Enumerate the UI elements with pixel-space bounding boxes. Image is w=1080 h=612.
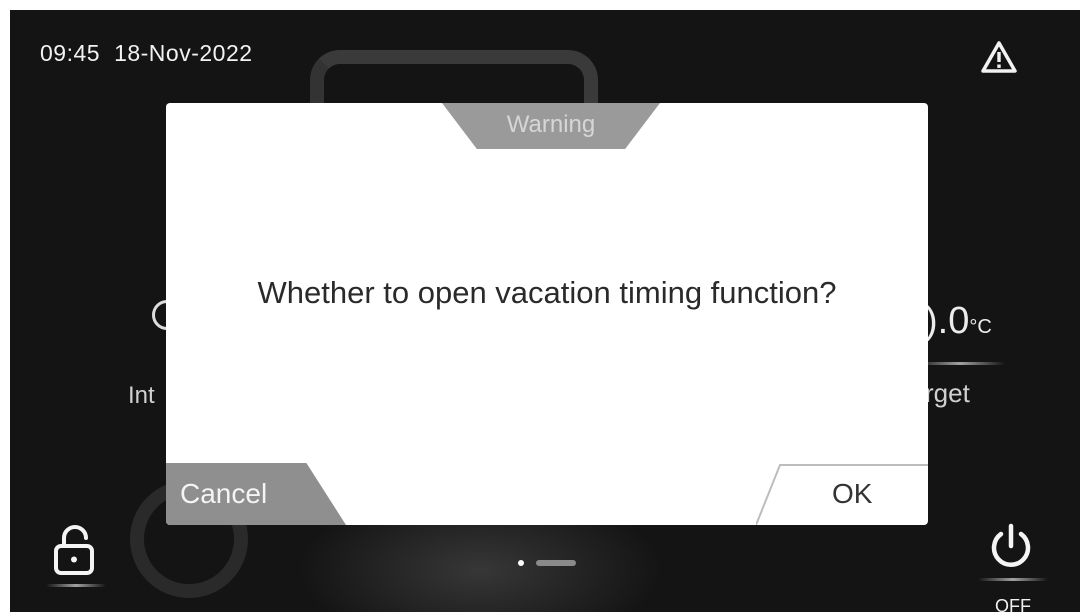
temperature-underline [915, 362, 1005, 365]
temperature-unit: °C [969, 316, 992, 338]
cancel-button-label: Cancel [180, 478, 268, 509]
target-temperature-value: ).0 [925, 300, 970, 342]
status-date: 18-Nov-2022 [114, 40, 253, 66]
page-dot-active [518, 560, 524, 566]
page-dot [536, 560, 576, 566]
status-time: 09:45 [40, 40, 101, 66]
dialog-title: Warning [506, 111, 596, 138]
target-temperature: ).0°C [925, 300, 992, 343]
status-clock: 09:45 18-Nov-2022 [40, 40, 267, 67]
inlet-label: Int [128, 382, 155, 409]
warning-dialog: Warning Whether to open vacation timing … [166, 103, 928, 525]
warning-triangle-icon[interactable] [980, 40, 1018, 74]
power-state-label: OFF [995, 596, 1031, 612]
page-indicator [518, 558, 588, 568]
ok-button-label: OK [832, 478, 873, 509]
target-label: rget [925, 378, 970, 408]
lock-underline [46, 584, 106, 587]
power-icon[interactable] [988, 522, 1034, 570]
ok-button[interactable]: OK [756, 463, 928, 525]
device-screen: 09:45 18-Nov-2022 Int ).0°C rget Warning … [10, 10, 1080, 612]
dialog-message: Whether to open vacation timing function… [257, 275, 837, 310]
power-underline [978, 578, 1048, 581]
unlock-icon[interactable] [52, 524, 98, 576]
cancel-button[interactable]: Cancel [166, 463, 346, 525]
